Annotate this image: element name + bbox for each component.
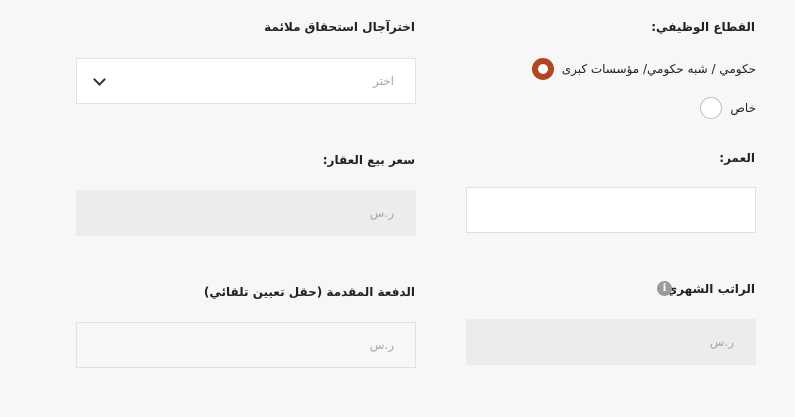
sector-option-government-label: حكومي / شبه حكومي/ مؤسسات كبرى bbox=[561, 62, 756, 76]
property-price-input[interactable]: ر.س bbox=[76, 190, 416, 236]
deferral-period-select[interactable]: اختر bbox=[76, 58, 416, 104]
chevron-down-icon[interactable] bbox=[93, 73, 106, 86]
property-price-label: سعر بيع العقار: bbox=[322, 153, 415, 167]
down-payment-label: الدفعة المقدمة (حقل تعيين تلقائي) bbox=[203, 285, 415, 299]
property-price-currency: ر.س bbox=[369, 206, 394, 220]
radio-selected-icon[interactable] bbox=[531, 58, 554, 80]
monthly-salary-label: الراتب الشهري bbox=[666, 282, 755, 296]
monthly-salary-input[interactable]: ر.س bbox=[466, 319, 756, 365]
employment-sector-label: القطاع الوظيفي: bbox=[651, 20, 755, 34]
sector-option-private[interactable]: خاص bbox=[700, 97, 756, 119]
sector-option-private-label: خاص bbox=[730, 101, 756, 115]
down-payment-currency: ر.س bbox=[369, 338, 394, 352]
finance-calculator-form: القطاع الوظيفي: حكومي / شبه حكومي/ مؤسسا… bbox=[0, 0, 795, 417]
deferral-period-label: اخترآجال استحقاق ملائمة bbox=[264, 20, 415, 34]
radio-unselected-icon[interactable] bbox=[700, 97, 723, 119]
age-input[interactable] bbox=[466, 187, 756, 233]
down-payment-input[interactable]: ر.س bbox=[76, 322, 416, 368]
deferral-period-placeholder: اختر bbox=[373, 74, 394, 88]
monthly-salary-currency: ر.س bbox=[709, 335, 734, 349]
age-label: العمر: bbox=[719, 151, 755, 165]
info-icon[interactable]: i bbox=[657, 281, 672, 296]
sector-option-government[interactable]: حكومي / شبه حكومي/ مؤسسات كبرى bbox=[531, 58, 756, 80]
